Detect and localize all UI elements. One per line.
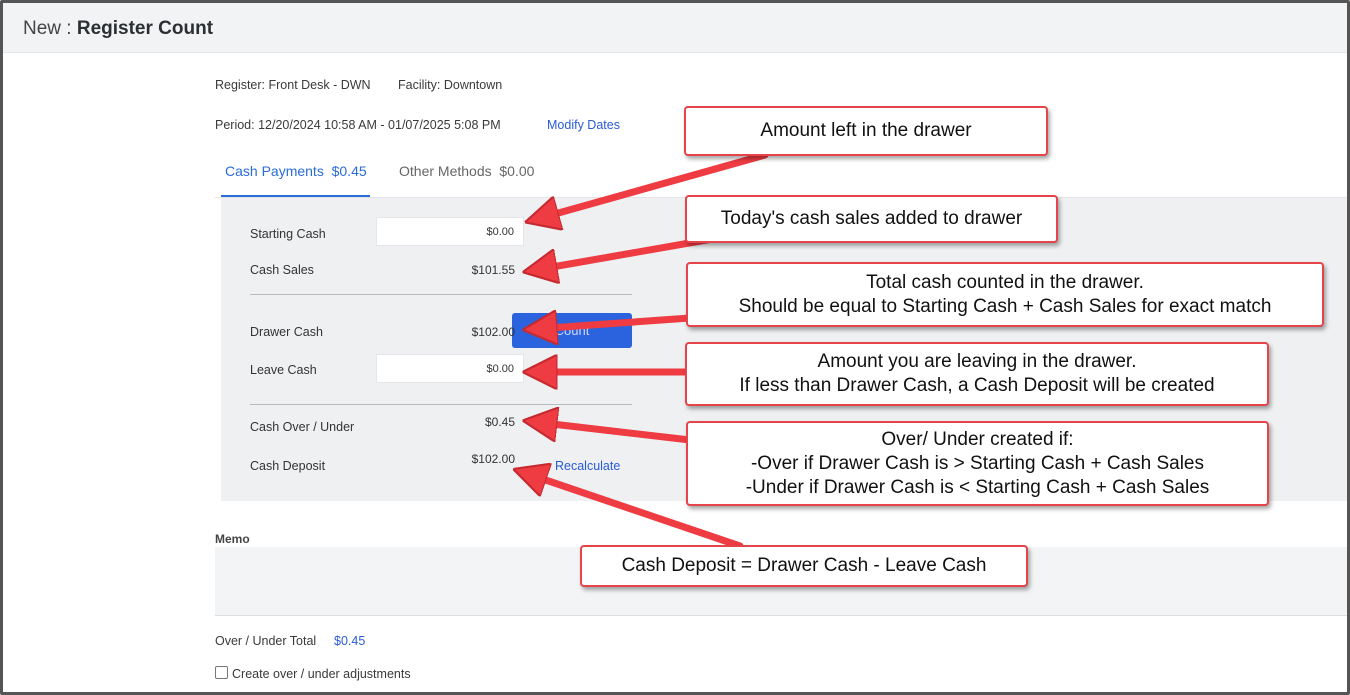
tab-cash-payments-amount: $0.45 xyxy=(331,163,367,179)
facility-info: Facility: Downtown xyxy=(398,78,503,92)
count-button[interactable]: Count xyxy=(512,313,632,348)
cash-sales-label: Cash Sales xyxy=(250,263,314,277)
tab-cash-payments-label: Cash Payments xyxy=(225,163,324,179)
create-adjustments-label: Create over / under adjustments xyxy=(232,667,411,681)
memo-label: Memo xyxy=(215,532,250,546)
over-under-total-label: Over / Under Total xyxy=(215,634,317,648)
modify-dates-link[interactable]: Modify Dates xyxy=(547,118,620,132)
callout-text: Amount you are leaving in the drawer. xyxy=(817,351,1137,372)
drawer-cash-value: $102.00 xyxy=(471,325,515,339)
period-info: Period: 12/20/2024 10:58 AM - 01/07/2025… xyxy=(215,118,501,132)
tab-other-methods[interactable]: Other Methods $0.00 xyxy=(399,163,534,179)
callout-text: -Under if Drawer Cash is < Starting Cash… xyxy=(745,476,1210,498)
recalculate-link[interactable]: Recalculate xyxy=(555,459,620,473)
active-tab-indicator xyxy=(221,195,370,197)
create-adjustments-checkbox[interactable] xyxy=(215,666,228,679)
register-info: Register: Front Desk - DWN xyxy=(215,78,371,92)
callout-deposit: Cash Deposit = Drawer Cash - Leave Cash xyxy=(580,545,1028,587)
callout-text: Amount left in the drawer xyxy=(760,120,972,141)
divider xyxy=(250,404,632,405)
cash-over-under-value[interactable]: $0.45 xyxy=(430,415,515,429)
page-title: New : Register Count xyxy=(23,18,213,40)
callout-text: If less than Drawer Cash, a Cash Deposit… xyxy=(739,375,1215,396)
tab-other-methods-amount: $0.00 xyxy=(499,163,535,179)
callout-cash-sales: Today's cash sales added to drawer xyxy=(685,195,1058,243)
callout-text: Over/ Under created if: xyxy=(881,428,1074,450)
leave-cash-input[interactable]: $0.00 xyxy=(376,354,524,383)
callout-over-under: Over/ Under created if: -Over if Drawer … xyxy=(686,421,1269,506)
page-header: New : Register Count xyxy=(3,3,1347,53)
callout-text: -Over if Drawer Cash is > Starting Cash … xyxy=(750,452,1204,474)
callout-text: Cash Deposit = Drawer Cash - Leave Cash xyxy=(621,555,987,576)
cash-over-under-label: Cash Over / Under xyxy=(250,420,355,434)
cash-deposit-value: $102.00 xyxy=(471,452,515,466)
callout-total-counted: Total cash counted in the drawer. Should… xyxy=(686,262,1324,327)
cash-sales-value: $101.55 xyxy=(471,263,515,277)
over-under-total-value: $0.45 xyxy=(334,634,366,648)
callout-amount-left: Amount left in the drawer xyxy=(684,106,1048,156)
drawer-cash-label: Drawer Cash xyxy=(250,325,323,339)
divider xyxy=(250,294,632,295)
tab-other-methods-label: Other Methods xyxy=(399,163,492,179)
tab-cash-payments[interactable]: Cash Payments $0.45 xyxy=(225,163,367,179)
page-title-text: Register Count xyxy=(76,18,214,39)
leave-cash-label: Leave Cash xyxy=(250,363,317,377)
callout-leaving: Amount you are leaving in the drawer. If… xyxy=(685,342,1269,406)
callout-text: Today's cash sales added to drawer xyxy=(720,208,1023,229)
starting-cash-label: Starting Cash xyxy=(250,227,326,241)
cash-deposit-label: Cash Deposit xyxy=(250,459,326,473)
page-title-prefix: New : xyxy=(23,18,72,39)
callout-text: Total cash counted in the drawer. xyxy=(866,271,1144,293)
starting-cash-input[interactable]: $0.00 xyxy=(376,217,524,246)
callout-text: Should be equal to Starting Cash + Cash … xyxy=(738,295,1272,317)
